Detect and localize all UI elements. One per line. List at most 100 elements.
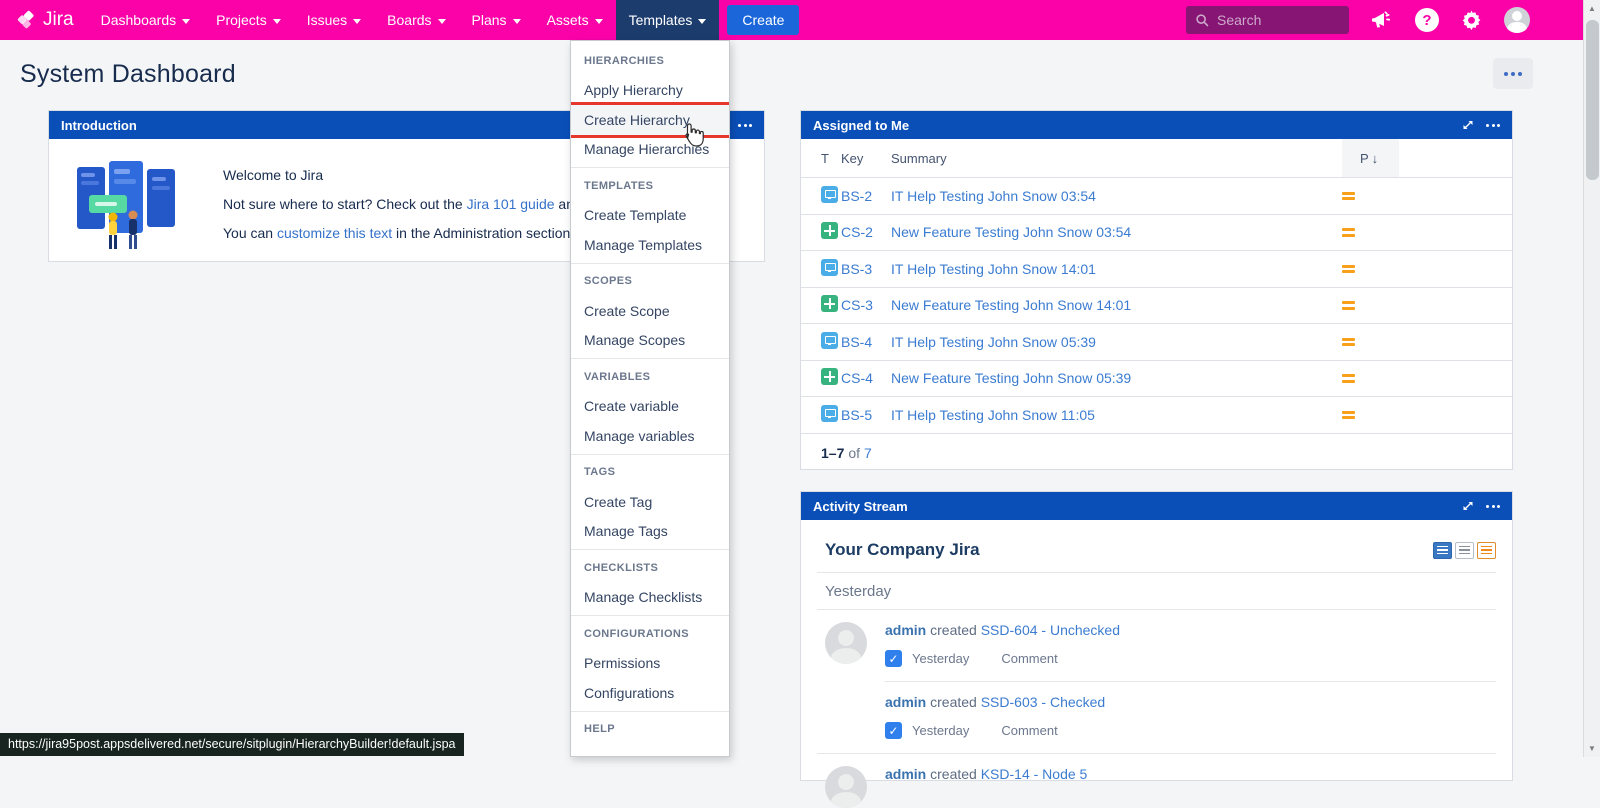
pagination: 1–7 of 7 xyxy=(801,433,1512,472)
comment-link[interactable]: Comment xyxy=(1001,651,1057,666)
scroll-up-icon[interactable]: ▲ xyxy=(1584,0,1600,17)
issue-key-link[interactable]: CS-4 xyxy=(841,370,873,386)
sort-desc-icon: ↓ xyxy=(1372,151,1379,166)
create-button[interactable]: Create xyxy=(727,5,799,35)
browser-status-url: https://jira95post.appsdelivered.net/sec… xyxy=(0,733,464,756)
menu-item-manage-scopes[interactable]: Manage Scopes xyxy=(571,326,729,356)
issue-key-link[interactable]: BS-4 xyxy=(841,334,872,350)
issue-summary-link[interactable]: IT Help Testing John Snow 11:05 xyxy=(891,407,1095,423)
priority-medium-icon xyxy=(1342,372,1355,386)
menu-item-manage-variables[interactable]: Manage variables xyxy=(571,421,729,451)
jira-logo-icon xyxy=(16,10,37,31)
priority-medium-icon xyxy=(1342,335,1355,349)
table-row[interactable]: BS-3 IT Help Testing John Snow 14:01 xyxy=(801,250,1512,287)
checkbox-checked-icon: ✓ xyxy=(885,722,902,739)
user-link[interactable]: admin xyxy=(885,766,926,782)
issue-link[interactable]: SSD-604 - Unchecked xyxy=(981,622,1120,638)
user-link[interactable]: admin xyxy=(885,694,926,710)
table-row[interactable]: CS-4 New Feature Testing John Snow 05:39 xyxy=(801,360,1512,397)
nav-item-boards[interactable]: Boards xyxy=(374,0,458,40)
pagination-of: of xyxy=(848,445,860,461)
help-icon[interactable]: ? xyxy=(1415,8,1439,32)
search-input[interactable] xyxy=(1217,12,1332,28)
menu-section-tags: TAGS xyxy=(571,458,729,488)
expand-icon[interactable] xyxy=(1462,119,1474,131)
panel-more-icon[interactable] xyxy=(738,124,752,127)
menu-item-manage-hierarchies[interactable]: Manage Hierarchies xyxy=(571,135,729,165)
search-box[interactable] xyxy=(1186,6,1349,34)
user-avatar[interactable] xyxy=(1504,7,1530,33)
nav-item-templates[interactable]: Templates xyxy=(616,0,720,40)
activity-stream-panel: Activity Stream Your Company Jira Yester… xyxy=(800,491,1513,781)
rss-feed-icon[interactable] xyxy=(1477,542,1496,559)
nav-item-plans[interactable]: Plans xyxy=(459,0,534,40)
col-key[interactable]: Key xyxy=(841,151,889,166)
panel-more-icon[interactable] xyxy=(1486,124,1500,127)
issue-key-link[interactable]: BS-2 xyxy=(841,188,872,204)
table-row[interactable]: BS-2 IT Help Testing John Snow 03:54 xyxy=(801,177,1512,214)
jira-101-guide-link[interactable]: Jira 101 guide xyxy=(467,196,555,212)
list-view-selected-icon[interactable] xyxy=(1433,542,1452,559)
menu-item-create-scope[interactable]: Create Scope xyxy=(571,296,729,326)
welcome-illustration xyxy=(75,159,187,251)
table-row[interactable]: CS-2 New Feature Testing John Snow 03:54 xyxy=(801,214,1512,251)
col-type[interactable]: T xyxy=(801,151,841,166)
nav-item-projects[interactable]: Projects xyxy=(203,0,294,40)
issue-key-link[interactable]: BS-3 xyxy=(841,261,872,277)
panel-more-icon[interactable] xyxy=(1486,505,1500,508)
scroll-down-icon[interactable]: ▼ xyxy=(1584,740,1600,757)
menu-item-apply-hierarchy[interactable]: Apply Hierarchy xyxy=(571,76,729,106)
menu-section-variables: VARIABLES xyxy=(571,362,729,392)
scrollbar-thumb[interactable] xyxy=(1586,20,1599,180)
pagination-total-link[interactable]: 7 xyxy=(864,445,872,461)
col-summary[interactable]: Summary xyxy=(889,151,1342,166)
customize-text-link[interactable]: customize this text xyxy=(277,225,392,241)
list-view-icon[interactable] xyxy=(1455,542,1474,559)
issue-key-link[interactable]: CS-3 xyxy=(841,297,873,313)
nav-item-assets[interactable]: Assets xyxy=(534,0,616,40)
issue-summary-link[interactable]: New Feature Testing John Snow 03:54 xyxy=(891,224,1131,240)
settings-gear-icon[interactable] xyxy=(1460,9,1483,32)
issue-summary-link[interactable]: IT Help Testing John Snow 03:54 xyxy=(891,188,1096,204)
table-row[interactable]: BS-4 IT Help Testing John Snow 05:39 xyxy=(801,323,1512,360)
issue-link[interactable]: KSD-14 - Node 5 xyxy=(981,766,1088,782)
chevron-down-icon xyxy=(698,19,706,24)
comment-link[interactable]: Comment xyxy=(1001,723,1057,738)
issue-summary-link[interactable]: New Feature Testing John Snow 05:39 xyxy=(891,370,1131,386)
issue-summary-link[interactable]: IT Help Testing John Snow 14:01 xyxy=(891,261,1096,277)
col-priority-sorted[interactable]: P↓ xyxy=(1342,139,1399,177)
jira-logo[interactable]: Jira xyxy=(0,9,88,31)
menu-item-manage-templates[interactable]: Manage Templates xyxy=(571,230,729,260)
menu-item-create-hierarchy[interactable]: Create Hierarchy xyxy=(571,105,729,135)
nav-item-dashboards[interactable]: Dashboards xyxy=(88,0,204,40)
announcements-icon[interactable] xyxy=(1370,9,1394,31)
menu-item-create-template[interactable]: Create Template xyxy=(571,201,729,231)
table-row[interactable]: CS-3 New Feature Testing John Snow 14:01 xyxy=(801,287,1512,324)
issue-key-link[interactable]: CS-2 xyxy=(841,224,873,240)
issue-summary-link[interactable]: IT Help Testing John Snow 05:39 xyxy=(891,334,1096,350)
menu-section-configurations: CONFIGURATIONS xyxy=(571,619,729,649)
issue-type-it-help-icon xyxy=(821,186,838,203)
issue-summary-link[interactable]: New Feature Testing John Snow 14:01 xyxy=(891,297,1131,313)
hand-cursor-icon xyxy=(679,120,705,150)
vertical-scrollbar[interactable]: ▲ ▼ xyxy=(1583,0,1600,757)
chevron-down-icon xyxy=(438,19,446,24)
menu-item-manage-tags[interactable]: Manage Tags xyxy=(571,517,729,547)
menu-item-permissions[interactable]: Permissions xyxy=(571,649,729,679)
logo-text: Jira xyxy=(43,9,74,31)
issue-type-new-feature-icon xyxy=(821,368,838,385)
user-link[interactable]: admin xyxy=(885,622,926,638)
nav-item-issues[interactable]: Issues xyxy=(294,0,374,40)
menu-item-create-variable[interactable]: Create variable xyxy=(571,392,729,422)
templates-dropdown-menu: HIERARCHIES Apply Hierarchy Create Hiera… xyxy=(570,40,730,757)
menu-item-create-tag[interactable]: Create Tag xyxy=(571,487,729,517)
table-row[interactable]: BS-5 IT Help Testing John Snow 11:05 xyxy=(801,396,1512,433)
chevron-down-icon xyxy=(513,19,521,24)
menu-item-manage-checklists[interactable]: Manage Checklists xyxy=(571,583,729,613)
issue-key-link[interactable]: BS-5 xyxy=(841,407,872,423)
priority-medium-icon xyxy=(1342,189,1355,203)
expand-icon[interactable] xyxy=(1462,500,1474,512)
issue-link[interactable]: SSD-603 - Checked xyxy=(981,694,1106,710)
dashboard-more-button[interactable] xyxy=(1493,58,1533,89)
menu-item-configurations[interactable]: Configurations xyxy=(571,678,729,708)
